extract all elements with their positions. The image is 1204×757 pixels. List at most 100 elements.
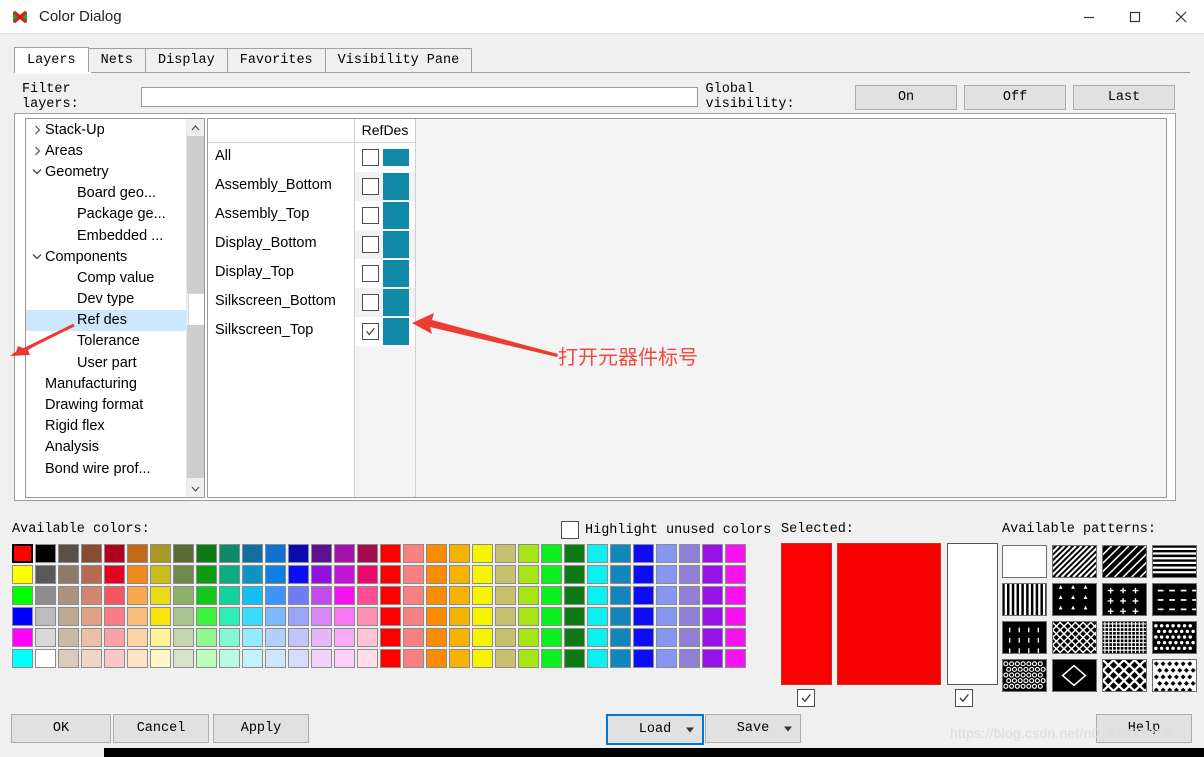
palette-color-cell[interactable]: [725, 628, 746, 647]
save-button[interactable]: Save: [705, 714, 801, 743]
palette-color-cell[interactable]: [426, 628, 447, 647]
palette-color-cell[interactable]: [219, 628, 240, 647]
palette-color-cell[interactable]: [288, 628, 309, 647]
palette-color-cell[interactable]: [449, 628, 470, 647]
palette-color-cell[interactable]: [472, 649, 493, 668]
tree-item-stack-up[interactable]: Stack-Up: [26, 119, 187, 140]
palette-color-cell[interactable]: [196, 544, 217, 563]
palette-color-cell[interactable]: [265, 649, 286, 668]
save-dropdown-chevron-down-icon[interactable]: [784, 726, 792, 731]
palette-color-cell[interactable]: [35, 565, 56, 584]
palette-color-cell[interactable]: [173, 544, 194, 563]
palette-color-cell[interactable]: [725, 586, 746, 605]
palette-color-cell[interactable]: [242, 607, 263, 626]
available-patterns-grid[interactable]: [1002, 545, 1202, 697]
palette-color-cell[interactable]: [334, 607, 355, 626]
chevron-down-icon[interactable]: [29, 168, 45, 175]
layer-visibility-checkbox[interactable]: [361, 236, 379, 253]
pattern-diagonal-cross[interactable]: [1070, 659, 1178, 692]
tree-item-bond-wire-prof[interactable]: Bond wire prof...: [26, 458, 187, 479]
palette-color-cell[interactable]: [150, 565, 171, 584]
palette-color-cell[interactable]: [35, 544, 56, 563]
palette-color-cell[interactable]: [81, 649, 102, 668]
palette-color-cell[interactable]: [265, 586, 286, 605]
palette-color-cell[interactable]: [518, 565, 539, 584]
palette-color-cell[interactable]: [403, 607, 424, 626]
layer-color-swatch[interactable]: [382, 202, 409, 229]
palette-color-cell[interactable]: [81, 586, 102, 605]
palette-color-cell[interactable]: [518, 586, 539, 605]
palette-color-cell[interactable]: [357, 649, 378, 668]
pattern-diagonal-stripes-left[interactable]: [1020, 545, 1123, 578]
palette-color-cell[interactable]: [518, 628, 539, 647]
palette-color-cell[interactable]: [265, 628, 286, 647]
palette-color-cell[interactable]: [633, 649, 654, 668]
palette-color-cell[interactable]: [58, 649, 79, 668]
palette-color-cell[interactable]: [219, 586, 240, 605]
tree-item-areas[interactable]: Areas: [26, 140, 187, 161]
palette-color-cell[interactable]: [173, 628, 194, 647]
palette-color-cell[interactable]: [518, 544, 539, 563]
tab-display[interactable]: Display: [145, 48, 228, 73]
palette-color-cell[interactable]: [104, 649, 125, 668]
palette-color-cell[interactable]: [656, 586, 677, 605]
palette-color-cell[interactable]: [495, 544, 516, 563]
palette-color-cell[interactable]: [12, 544, 33, 563]
palette-color-cell[interactable]: [610, 565, 631, 584]
palette-color-cell[interactable]: [564, 544, 585, 563]
selected-swatch-a-checkbox[interactable]: [797, 689, 815, 707]
palette-color-cell[interactable]: [104, 544, 125, 563]
palette-color-cell[interactable]: [702, 607, 723, 626]
pattern-crosshatch-diagonal[interactable]: [1020, 621, 1123, 654]
palette-color-cell[interactable]: [426, 565, 447, 584]
palette-color-cell[interactable]: [541, 544, 562, 563]
palette-color-cell[interactable]: [58, 544, 79, 563]
layer-visibility-checkbox[interactable]: [361, 149, 379, 166]
palette-color-cell[interactable]: [656, 565, 677, 584]
palette-color-cell[interactable]: [610, 607, 631, 626]
palette-color-cell[interactable]: [219, 607, 240, 626]
palette-color-cell[interactable]: [564, 586, 585, 605]
palette-color-cell[interactable]: [725, 607, 746, 626]
palette-color-cell[interactable]: [587, 565, 608, 584]
palette-color-cell[interactable]: [196, 607, 217, 626]
palette-color-cell[interactable]: [242, 586, 263, 605]
palette-color-cell[interactable]: [633, 607, 654, 626]
pattern-solid-none[interactable]: [1002, 545, 1047, 578]
global-visibility-last-button[interactable]: Last: [1073, 84, 1176, 110]
palette-color-cell[interactable]: [334, 586, 355, 605]
palette-color-cell[interactable]: [196, 649, 217, 668]
global-visibility-on-button[interactable]: On: [855, 84, 958, 110]
palette-color-cell[interactable]: [288, 544, 309, 563]
layer-color-swatch[interactable]: [382, 260, 409, 287]
palette-color-cell[interactable]: [449, 565, 470, 584]
tab-visibility-pane[interactable]: Visibility Pane: [324, 48, 473, 73]
palette-color-cell[interactable]: [541, 628, 562, 647]
palette-color-cell[interactable]: [58, 628, 79, 647]
chevron-right-icon[interactable]: [29, 125, 45, 135]
palette-color-cell[interactable]: [656, 628, 677, 647]
palette-color-cell[interactable]: [587, 586, 608, 605]
palette-color-cell[interactable]: [334, 565, 355, 584]
pattern-triangles[interactable]: [1052, 583, 1097, 616]
palette-color-cell[interactable]: [81, 544, 102, 563]
palette-color-cell[interactable]: [242, 628, 263, 647]
palette-color-cell[interactable]: [725, 544, 746, 563]
pattern-vertical-ticks[interactable]: [1002, 621, 1047, 654]
palette-color-cell[interactable]: [104, 628, 125, 647]
palette-color-cell[interactable]: [196, 565, 217, 584]
palette-color-cell[interactable]: [472, 607, 493, 626]
pattern-diamond-dots[interactable]: [1152, 659, 1197, 693]
palette-color-cell[interactable]: [12, 565, 33, 584]
tree-item-comp-value[interactable]: Comp value: [26, 267, 187, 288]
palette-color-cell[interactable]: [633, 544, 654, 563]
scroll-up-arrow-icon[interactable]: [187, 119, 204, 136]
palette-color-cell[interactable]: [633, 628, 654, 647]
palette-color-cell[interactable]: [541, 586, 562, 605]
palette-color-cell[interactable]: [380, 607, 401, 626]
layer-visibility-checkbox[interactable]: [361, 207, 379, 224]
palette-color-cell[interactable]: [564, 607, 585, 626]
palette-color-cell[interactable]: [12, 607, 33, 626]
chevron-down-icon[interactable]: [29, 253, 45, 260]
palette-color-cell[interactable]: [334, 628, 355, 647]
